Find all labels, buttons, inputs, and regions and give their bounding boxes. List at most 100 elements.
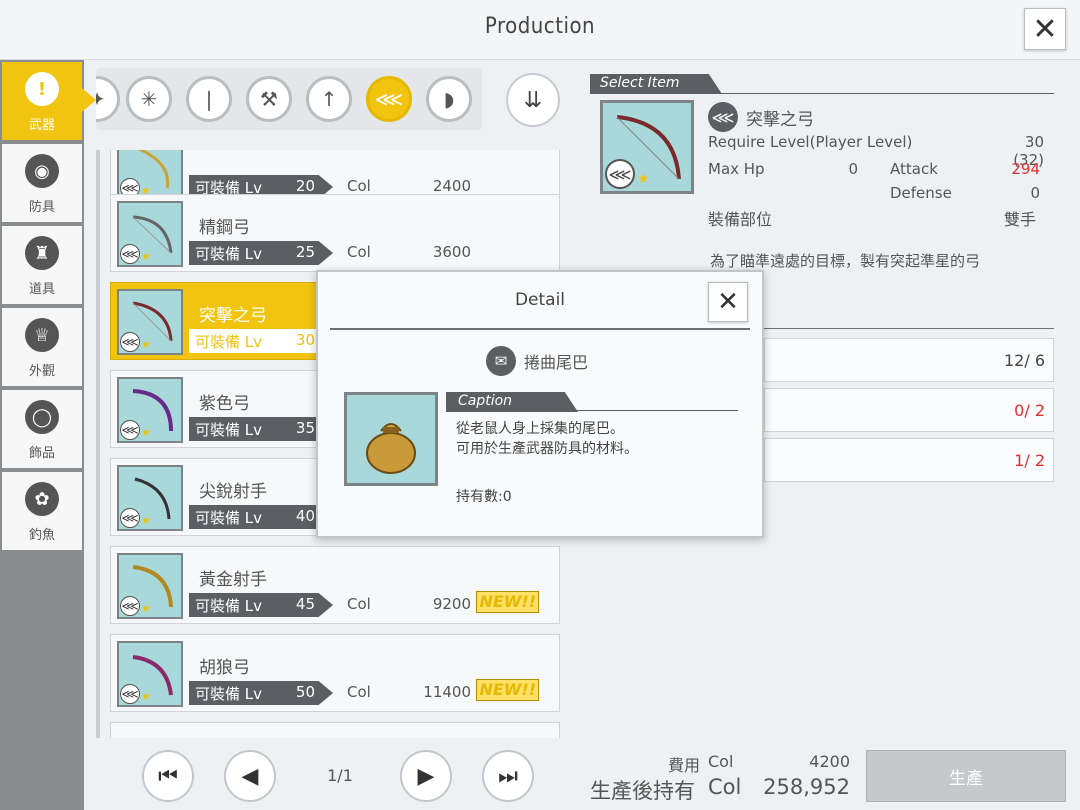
type-spear-icon[interactable]: ↑	[306, 76, 352, 122]
item-name: 紫色弓	[199, 394, 250, 414]
bow-type-icon: ⋘	[120, 508, 140, 528]
attack-label: Attack	[890, 160, 938, 178]
bow-type-icon: ⋘	[120, 332, 140, 352]
bow-type-icon: ⋘	[120, 244, 140, 264]
maxhp-label: Max Hp	[708, 160, 765, 178]
select-item-tab: Select Item	[590, 74, 722, 94]
category-armor[interactable]: ◉ 防具	[2, 144, 82, 224]
category-appearance[interactable]: ♕ 外觀	[2, 308, 82, 388]
level-bar: 可裝備 Lv 35	[189, 417, 333, 441]
level-label: 可裝備 Lv	[195, 245, 263, 263]
category-label: 防具	[28, 200, 55, 215]
type-dagger-icon[interactable]: ❘	[186, 76, 232, 122]
col-label: Col	[347, 683, 371, 701]
type-mace-icon[interactable]: ✳	[126, 76, 172, 122]
bag-icon: ✉	[486, 346, 516, 376]
list-item[interactable]: ⋘ ★ 精鋼弓 可裝備 Lv 25 Col 3600	[110, 194, 560, 272]
divider	[330, 328, 750, 330]
type-partial-icon[interactable]: ✦	[96, 76, 120, 122]
category-label: 釣魚	[28, 528, 55, 543]
maxhp-value: 0	[848, 160, 858, 178]
level-label: 可裝備 Lv	[195, 509, 263, 527]
star-icon: ★	[141, 690, 151, 703]
level-value: 25	[295, 243, 315, 261]
col-value: 2400	[432, 177, 471, 195]
item-thumbnail: ⋘ ★	[117, 289, 183, 355]
last-page-button[interactable]: ⏭	[482, 750, 534, 802]
item-name: 精鋼弓	[199, 218, 250, 238]
star-icon: ★	[141, 426, 151, 439]
equip-slot-value: 雙手	[1003, 210, 1036, 229]
owned-count: 持有數:0	[456, 489, 512, 505]
defense-value: 0	[1030, 184, 1040, 202]
level-value: 30	[295, 331, 315, 349]
select-item-label: Select Item	[600, 75, 680, 91]
level-bar: 可裝備 Lv 40	[189, 505, 333, 529]
fee-value: 4200	[809, 752, 850, 771]
list-item[interactable]: ⋘ ★ 黃金射手 可裝備 Lv 45 Col 9200 NEW!!	[110, 546, 560, 624]
potion-icon: ♜	[25, 236, 59, 270]
material-row[interactable]: 12/ 6	[764, 338, 1054, 382]
star-icon: ★	[141, 514, 151, 527]
item-thumbnail: ⋘ ★	[117, 201, 183, 267]
list-item[interactable]	[110, 722, 560, 738]
col-label: Col	[347, 177, 371, 195]
after-value: 258,952	[763, 775, 850, 799]
caption-text-line: 從老鼠人身上採集的尾巴。	[456, 421, 624, 437]
type-axe-icon[interactable]: ⚒	[246, 76, 292, 122]
item-name: 黃金射手	[199, 570, 267, 590]
material-row[interactable]: 0/ 2	[764, 388, 1054, 432]
close-button[interactable]: ✕	[1024, 8, 1066, 50]
star-icon: ★	[141, 602, 151, 615]
sort-button[interactable]: ⇊	[506, 73, 560, 127]
type-shield-icon[interactable]: ◗	[426, 76, 472, 122]
fee-label: 費用	[668, 756, 701, 775]
after-col-label: Col	[708, 775, 742, 799]
col-value: 3600	[432, 243, 471, 261]
bow-type-icon: ⋘	[708, 102, 738, 132]
list-item[interactable]: ⋘ ★ 胡狼弓 可裝備 Lv 50 Col 11400 NEW!!	[110, 634, 560, 712]
attack-value: 294	[1011, 160, 1040, 178]
category-label: 飾品	[28, 446, 55, 461]
level-value: 40	[295, 507, 315, 525]
col-label: Col	[347, 243, 371, 261]
material-count: 12/ 6	[1003, 351, 1045, 370]
caption-text-line: 可用於生產武器防具的材料。	[456, 441, 638, 457]
type-bow-icon[interactable]: ⋘	[366, 76, 412, 122]
after-production-label: 生產後持有	[590, 779, 695, 803]
fee-col-label: Col	[708, 752, 734, 771]
category-fishing[interactable]: ✿ 釣魚	[2, 472, 82, 552]
col-value: 11400	[423, 683, 471, 701]
produce-button[interactable]: 生產	[866, 750, 1066, 802]
item-description: 為了瞄準遠處的目標，製有突起準星的弓	[710, 252, 981, 270]
level-bar: 可裝備 Lv 30	[189, 329, 333, 353]
level-value: 35	[295, 419, 315, 437]
category-sidebar: ! 武器 ◉ 防具 ♜ 道具 ♕ 外觀 ◯ 飾品 ✿ 釣魚	[0, 60, 96, 810]
item-name: 尖銳射手	[199, 482, 267, 502]
col-value: 9200	[432, 595, 471, 613]
first-page-button[interactable]: ⏮	[142, 750, 194, 802]
exclamation-icon: !	[25, 72, 59, 106]
category-weapon[interactable]: ! 武器	[2, 62, 96, 142]
star-icon: ★	[141, 250, 151, 263]
modal-title: Detail	[514, 290, 566, 310]
category-items[interactable]: ♜ 道具	[2, 226, 82, 306]
require-level-label: Require Level(Player Level)	[708, 133, 913, 151]
category-label: 武器	[28, 118, 55, 133]
category-accessory[interactable]: ◯ 飾品	[2, 390, 82, 470]
material-name: 捲曲尾巴	[524, 353, 589, 372]
level-value: 50	[295, 683, 315, 701]
level-bar: 可裝備 Lv 25	[189, 241, 333, 265]
star-icon: ★	[141, 338, 151, 351]
page-indicator: 1/1	[327, 766, 353, 785]
modal-close-button[interactable]: ✕	[708, 282, 748, 322]
prev-page-button[interactable]: ◀	[224, 750, 276, 802]
item-thumbnail: ⋘ ★	[117, 641, 183, 707]
material-row[interactable]: 1/ 2	[764, 438, 1054, 482]
bow-type-icon: ⋘	[120, 420, 140, 440]
scrollbar[interactable]	[96, 150, 100, 738]
next-page-button[interactable]: ▶	[400, 750, 452, 802]
level-value: 45	[295, 595, 315, 613]
armor-icon: ◉	[25, 154, 59, 188]
equip-slot-label: 裝備部位	[708, 210, 773, 229]
